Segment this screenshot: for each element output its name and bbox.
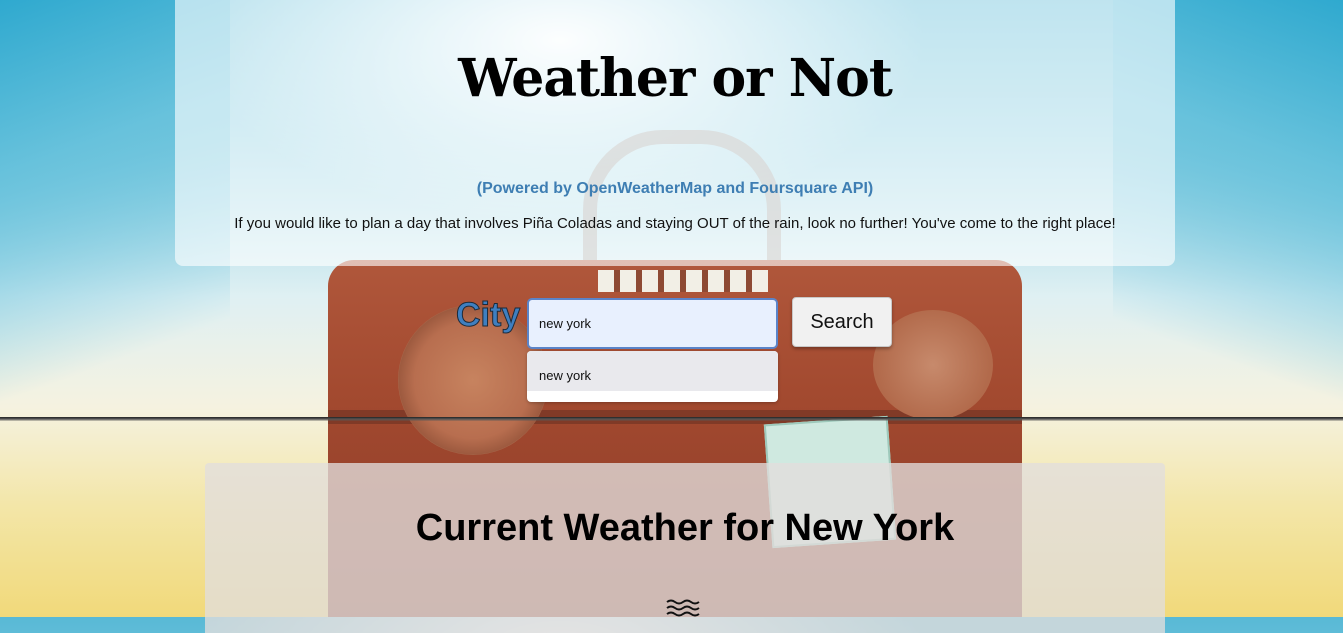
current-weather-panel: Current Weather for New York [205, 463, 1165, 633]
wind-waves-icon [666, 599, 700, 617]
api-credit: (Powered by OpenWeatherMap and Foursquar… [476, 180, 874, 197]
site-title: Weather or Not [458, 48, 893, 109]
section-divider [0, 417, 1343, 421]
autocomplete-dropdown: new york [527, 351, 778, 402]
city-label: City [455, 296, 521, 335]
search-button[interactable]: Search [792, 297, 892, 347]
autocomplete-suggestion[interactable]: new york [527, 351, 778, 391]
city-search-input[interactable] [527, 298, 778, 349]
header-panel: Weather or Not (Powered by OpenWeatherMa… [175, 0, 1175, 266]
current-weather-title: Current Weather for New York [415, 507, 955, 549]
suitcase-stripes [598, 270, 768, 292]
tagline: If you would like to plan a day that inv… [234, 215, 1116, 232]
